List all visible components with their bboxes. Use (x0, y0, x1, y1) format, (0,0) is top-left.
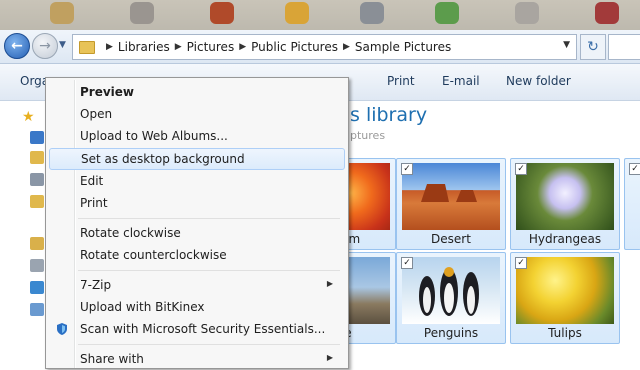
favorites-star-icon[interactable]: ★ (22, 109, 35, 125)
navigation-pane: ★ (0, 101, 49, 360)
thumbnail-tile[interactable]: ✓ Hydrangeas (510, 158, 620, 250)
address-path-box[interactable]: ▶ Libraries ▶ Pictures ▶ Public Pictures… (72, 34, 577, 60)
folder-icon (79, 40, 95, 54)
pictures-nav-icon[interactable] (30, 303, 44, 316)
thumbnail-tile[interactable]: ✓ Tulips (510, 252, 620, 344)
breadcrumb-separator-icon[interactable]: ▶ (239, 42, 246, 52)
desktop-icon[interactable] (595, 2, 619, 24)
menu-separator (78, 270, 340, 271)
desktop-icon[interactable] (50, 2, 74, 24)
hydrangeas-image (516, 163, 614, 230)
desktop-icon[interactable] (210, 2, 234, 24)
refresh-button[interactable]: ↻ (580, 34, 606, 60)
menu-item-upload-web-albums[interactable]: Upload to Web Albums... (49, 125, 343, 147)
folder-nav-icon[interactable] (30, 195, 44, 208)
menu-item-rotate-clockwise[interactable]: Rotate clockwise (49, 222, 343, 244)
documents-nav-icon[interactable] (30, 259, 44, 272)
context-menu: Preview Open Upload to Web Albums... Set… (45, 77, 349, 369)
breadcrumb-separator-icon[interactable]: ▶ (343, 42, 350, 52)
menu-separator (78, 218, 340, 219)
select-checkbox[interactable]: ✓ (515, 257, 527, 269)
libraries-nav-icon[interactable] (30, 237, 44, 250)
breadcrumb-public-pictures[interactable]: ▶ Public Pictures (234, 40, 338, 54)
penguins-figures (419, 267, 479, 316)
submenu-arrow-icon: ▶ (326, 353, 333, 362)
menu-item-open[interactable]: Open (49, 103, 343, 125)
select-checkbox[interactable]: ✓ (629, 163, 640, 175)
menu-item-edit[interactable]: Edit (49, 170, 343, 192)
breadcrumb-sample-pictures[interactable]: ▶ Sample Pictures (338, 40, 451, 54)
desktop-nav-icon[interactable] (30, 131, 44, 144)
desktop-icon[interactable] (130, 2, 154, 24)
menu-item-share-with[interactable]: Share with ▶ (49, 348, 343, 370)
address-history-dropdown-icon[interactable]: ▼ (563, 40, 570, 50)
desktop-icon[interactable] (285, 2, 309, 24)
library-subtitle: ptures (350, 129, 386, 142)
select-checkbox[interactable]: ✓ (515, 163, 527, 175)
print-button[interactable]: Print (387, 74, 415, 88)
library-title: s library (350, 104, 428, 126)
menu-item-upload-bitkinex[interactable]: Upload with BitKinex (49, 296, 343, 318)
breadcrumb-pictures[interactable]: ▶ Pictures (170, 40, 234, 54)
tulips-image (516, 257, 614, 324)
menu-item-preview[interactable]: Preview (49, 81, 343, 103)
music-nav-icon[interactable] (30, 281, 44, 294)
recent-places-nav-icon[interactable] (30, 173, 44, 186)
recent-pages-dropdown-icon[interactable]: ▼ (59, 40, 66, 50)
address-bar-area: ← → ▼ ▶ Libraries ▶ Pictures ▶ Public Pi… (0, 30, 640, 64)
desert-rock-formation (421, 184, 477, 202)
desktop-background (0, 0, 640, 30)
refresh-icon: ↻ (587, 39, 599, 55)
forward-arrow-icon: → (39, 38, 51, 54)
back-button[interactable]: ← (4, 33, 30, 59)
email-button[interactable]: E-mail (442, 74, 480, 88)
submenu-arrow-icon: ▶ (326, 279, 333, 288)
security-essentials-icon (57, 323, 67, 335)
breadcrumb-separator-icon[interactable]: ▶ (175, 42, 182, 52)
new-folder-button[interactable]: New folder (506, 74, 571, 88)
breadcrumb-libraries[interactable]: ▶ Libraries (101, 40, 170, 54)
menu-item-set-desktop-background[interactable]: Set as desktop background (49, 148, 345, 170)
forward-button[interactable]: → (32, 33, 58, 59)
thumbnail-tile[interactable]: ✓ (624, 158, 640, 250)
menu-item-7zip[interactable]: 7-Zip ▶ (49, 274, 343, 296)
desktop-icon[interactable] (515, 2, 539, 24)
menu-separator (78, 344, 340, 345)
breadcrumb-separator-icon[interactable]: ▶ (106, 42, 113, 52)
desktop-icon[interactable] (360, 2, 384, 24)
menu-item-rotate-counterclockwise[interactable]: Rotate counterclockwise (49, 244, 343, 266)
downloads-nav-icon[interactable] (30, 151, 44, 164)
menu-item-scan-security-essentials[interactable]: Scan with Microsoft Security Essentials.… (49, 318, 343, 340)
back-arrow-icon: ← (11, 38, 23, 54)
desktop-icon[interactable] (435, 2, 459, 24)
menu-item-print[interactable]: Print (49, 192, 343, 214)
search-input[interactable] (608, 34, 640, 60)
